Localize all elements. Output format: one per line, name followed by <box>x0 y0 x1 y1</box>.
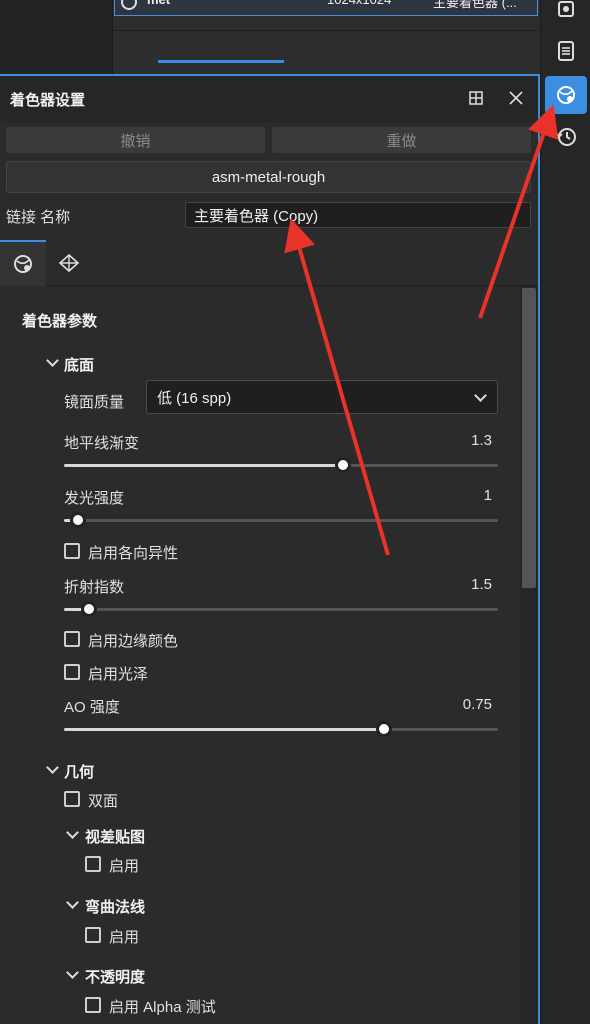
link-name-input[interactable]: 主要着色器 (Copy) <box>185 202 531 228</box>
specular-quality-select[interactable]: 低 (16 spp) <box>146 380 498 414</box>
sheen-label: 启用光泽 <box>88 666 149 683</box>
emissive-intensity-slider[interactable] <box>64 512 498 528</box>
history-icon <box>556 128 576 146</box>
edge-color-checkbox[interactable] <box>64 631 80 647</box>
shader-name-button[interactable]: asm-metal-rough <box>6 161 531 193</box>
ior-label: 折射指数 <box>64 579 125 596</box>
panel-title: 着色器设置 <box>10 91 86 109</box>
chevron-down-icon[interactable] <box>46 356 58 368</box>
texture-size: 1024x1024 <box>327 0 391 7</box>
ao-intensity-label: AO 强度 <box>64 699 120 716</box>
section-opacity[interactable]: 不透明度 <box>85 966 145 987</box>
alpha-test-checkbox[interactable] <box>85 997 101 1013</box>
anisotropy-label: 启用各向异性 <box>88 545 179 562</box>
section-base[interactable]: 底面 <box>64 354 94 375</box>
specular-quality-value: 低 (16 spp) <box>157 389 232 407</box>
list-icon <box>558 41 574 61</box>
specular-quality-label: 镜面质量 <box>64 394 125 411</box>
right-toolbar <box>540 0 590 1024</box>
bent-normals-enable-checkbox[interactable] <box>85 927 101 943</box>
params-header: 着色器参数 <box>22 313 98 330</box>
chevron-down-icon <box>474 389 487 402</box>
geometry-icon <box>58 253 80 273</box>
section-bent-normals[interactable]: 弯曲法线 <box>85 896 145 917</box>
chevron-down-icon[interactable] <box>66 968 78 980</box>
active-tab-indicator <box>158 60 284 63</box>
ior-value[interactable]: 1.5 <box>440 576 492 593</box>
slider-fill <box>64 728 384 731</box>
tab-geometry[interactable] <box>46 240 92 286</box>
texture-shader: 主要着色器 (... <box>433 0 517 10</box>
emissive-intensity-label: 发光强度 <box>64 490 125 507</box>
divider <box>114 30 538 31</box>
ao-intensity-slider[interactable] <box>64 721 498 737</box>
parallax-enable-label: 启用 <box>109 858 140 875</box>
panel-tabs <box>0 240 538 286</box>
shader-settings-panel: 着色器设置 撤销 重做 asm-metal-rough 链接 名称 主要着色器 … <box>0 74 540 1024</box>
shader-sphere-icon <box>14 255 32 273</box>
close-icon[interactable] <box>506 88 526 108</box>
texture-name: met <box>147 0 170 7</box>
chevron-down-icon[interactable] <box>46 763 58 775</box>
texture-list-row[interactable]: met 1024x1024 主要着色器 (... <box>114 0 538 16</box>
redo-button[interactable]: 重做 <box>272 127 531 153</box>
horizon-fade-label: 地平线渐变 <box>64 435 140 452</box>
dock-icon[interactable] <box>466 88 486 108</box>
visibility-icon[interactable] <box>121 0 137 10</box>
parallax-enable-checkbox[interactable] <box>85 856 101 872</box>
section-parallax[interactable]: 视差贴图 <box>85 826 145 847</box>
undo-button[interactable]: 撤销 <box>6 127 265 153</box>
horizon-fade-value[interactable]: 1.3 <box>440 432 492 449</box>
log-button[interactable] <box>545 32 587 70</box>
chevron-down-icon[interactable] <box>66 898 78 910</box>
double-sided-label: 双面 <box>88 793 119 810</box>
sheen-checkbox[interactable] <box>64 664 80 680</box>
slider-handle[interactable] <box>335 457 352 473</box>
alpha-test-label: 启用 Alpha 测试 <box>109 999 216 1016</box>
slider-fill <box>64 464 344 467</box>
slider-handle[interactable] <box>375 721 392 737</box>
ior-slider[interactable] <box>64 601 498 617</box>
history-button[interactable] <box>545 118 587 156</box>
double-sided-checkbox[interactable] <box>64 791 80 807</box>
shader-settings-button[interactable] <box>545 76 587 114</box>
settings-button[interactable] <box>545 0 587 28</box>
scrollbar-thumb[interactable] <box>522 288 536 588</box>
edge-color-label: 启用边缘颜色 <box>88 633 179 650</box>
tab-shader[interactable] <box>0 240 46 286</box>
slider-handle[interactable] <box>81 601 98 617</box>
horizon-fade-slider[interactable] <box>64 457 498 473</box>
emissive-intensity-value[interactable]: 1 <box>440 487 492 504</box>
gear-icon <box>558 1 574 17</box>
panel-titlebar: 着色器设置 <box>0 76 538 122</box>
anisotropy-checkbox[interactable] <box>64 543 80 559</box>
slider-handle[interactable] <box>70 512 87 528</box>
shader-settings-icon <box>557 86 575 104</box>
left-dock-area <box>0 0 112 74</box>
chevron-down-icon[interactable] <box>66 828 78 840</box>
link-name-label: 链接 名称 <box>6 209 71 226</box>
bent-normals-enable-label: 启用 <box>109 929 140 946</box>
section-geometry[interactable]: 几何 <box>64 761 94 782</box>
ao-intensity-value[interactable]: 0.75 <box>440 696 492 713</box>
